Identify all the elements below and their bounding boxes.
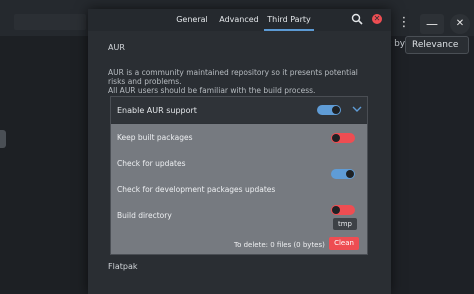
check-updates-label: Check for updates [117,159,186,168]
dialog-header: General Advanced Third Party ✕ [88,9,391,31]
aur-description: AUR is a community maintained repository… [108,68,370,95]
tab-general[interactable]: General [172,9,212,31]
search-icon[interactable] [351,13,363,25]
preferences-dialog: General Advanced Third Party ✕ AUR AUR i… [88,9,391,294]
aur-description-line-1: AUR is a community maintained repository… [108,68,358,86]
enable-aur-toggle[interactable] [317,105,341,115]
window-close-button[interactable]: ✕ [450,14,470,34]
tab-advanced[interactable]: Advanced [218,9,260,31]
side-handle[interactable] [0,130,6,148]
check-dev-updates-label: Check for development packages updates [117,185,276,194]
aur-settings-card: Enable AUR support Keep built packages C… [110,96,368,255]
keep-built-packages-toggle[interactable] [331,133,355,143]
sort-select[interactable]: Relevance [405,36,469,54]
check-updates-toggle[interactable] [331,169,355,179]
build-directory-button[interactable]: tmp [333,218,357,230]
background-sidebar [0,36,88,290]
flatpak-section-title: Flatpak [108,262,138,271]
aur-enable-row[interactable]: Enable AUR support [111,97,367,123]
clean-button[interactable]: Clean [329,237,359,250]
keep-built-packages-label: Keep built packages [117,133,193,142]
aur-section-title: AUR [108,43,125,52]
aur-description-line-2: All AUR users should be familiar with th… [108,86,316,95]
to-delete-status: To delete: 0 files (0 bytes) [234,241,325,249]
tab-third-party[interactable]: Third Party [264,9,314,31]
minimize-button[interactable]: — [420,14,444,34]
enable-aur-label: Enable AUR support [117,106,197,115]
chevron-down-icon[interactable] [351,103,363,115]
build-directory-label: Build directory [117,211,172,220]
dialog-close-icon[interactable]: ✕ [372,14,382,24]
background-header-strip [14,14,86,30]
check-dev-updates-toggle[interactable] [331,205,355,215]
menu-icon[interactable]: ⋮ [393,14,415,32]
aur-options-panel: Keep built packages Check for updates Ch… [111,124,367,254]
